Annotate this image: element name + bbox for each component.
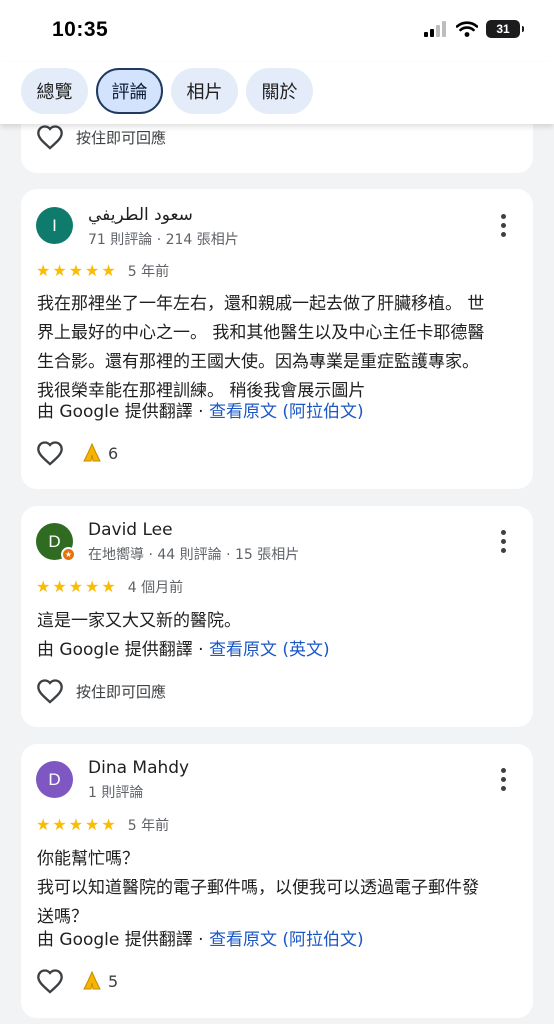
avatar[interactable]: D ★ (36, 523, 76, 562)
star-icon: ★ (85, 261, 100, 280)
avatar-initial: D (48, 769, 61, 789)
avatar[interactable]: I (36, 207, 73, 244)
reaction-count: 6 (108, 443, 119, 463)
heart-icon[interactable] (36, 678, 64, 704)
star-icon: ★ (101, 577, 116, 596)
reviewer-name[interactable]: سعود الطريفي (88, 205, 193, 225)
cellular-signal-icon (424, 21, 446, 37)
translated-by: 由 Google 提供翻譯 · (37, 402, 209, 422)
review-text-line: 界上最好的中心之一。 我和其他醫生以及中心主任卡耶德醫 (37, 323, 485, 343)
more-options-icon[interactable] (491, 210, 515, 240)
star-icon: ★ (36, 815, 51, 834)
reaction-summary[interactable]: 5 (80, 969, 118, 993)
star-rating: ★ ★ ★ ★ ★ 5 年前 (36, 261, 169, 281)
star-rating: ★ ★ ★ ★ ★ 4 個月前 (36, 577, 183, 597)
reply-row: 按住即可回應 (36, 124, 166, 150)
tabs-bar: 總覽 評論 相片 關於 (0, 62, 554, 124)
status-icons: 31 (424, 20, 524, 38)
review-text-line: 我在那裡坐了一年左右，還和親戚一起去做了肝臟移植。 世 (37, 294, 485, 314)
star-icon: ★ (101, 815, 116, 834)
review-date: 5 年前 (127, 818, 170, 834)
status-bar: 10:35 31 (0, 0, 554, 62)
reply-row: 按住即可回應 (36, 678, 166, 704)
more-options-icon[interactable] (491, 764, 515, 794)
review-card: D ★ David Lee 在地嚮導 · 44 則評論 · 15 張相片 ★ ★… (21, 506, 533, 727)
review-text: 我在那裡坐了一年左右，還和親戚一起去做了肝臟移植。 世 界上最好的中心之一。 我… (37, 290, 523, 406)
see-original-link[interactable]: 查看原文 (英文) (209, 640, 330, 660)
avatar[interactable]: D (36, 761, 73, 798)
star-icon: ★ (52, 261, 67, 280)
translation-note: 由 Google 提供翻譯 · 查看原文 (英文) (37, 635, 330, 660)
reaction-row: 5 (36, 968, 118, 994)
tab-about[interactable]: 關於 (246, 68, 313, 114)
tab-photos[interactable]: 相片 (171, 68, 238, 114)
star-icon: ★ (36, 261, 51, 280)
heart-icon[interactable] (36, 968, 64, 994)
translated-by: 由 Google 提供翻譯 · (37, 930, 209, 950)
see-original-link[interactable]: 查看原文 (阿拉伯文) (209, 930, 364, 950)
star-icon: ★ (68, 815, 84, 834)
reviewer-meta: 在地嚮導 · 44 則評論 · 15 張相片 (88, 547, 300, 563)
review-text-line: 我可以知道醫院的電子郵件嗎，以便我可以透過電子郵件發 (37, 878, 479, 898)
translated-by: 由 Google 提供翻譯 · (37, 640, 209, 660)
review-text-line: 生合影。還有那裡的王國大使。因為專業是重症監護專家。 (37, 352, 479, 372)
review-card: I سعود الطريفي 71 則評論 · 214 張相片 ★ ★ ★ ★ … (21, 189, 533, 489)
star-icon: ★ (85, 577, 100, 596)
reaction-row: 6 (36, 440, 118, 466)
tab-reviews[interactable]: 評論 (96, 68, 163, 114)
translation-note: 由 Google 提供翻譯 · 查看原文 (阿拉伯文) (37, 925, 364, 950)
review-date: 5 年前 (127, 264, 170, 280)
star-icon: ★ (101, 261, 116, 280)
folded-hands-icon (83, 442, 101, 462)
star-icon: ★ (68, 261, 84, 280)
reaction-summary[interactable]: 6 (80, 441, 118, 465)
star-rating: ★ ★ ★ ★ ★ 5 年前 (36, 815, 169, 835)
wifi-icon (456, 21, 478, 37)
star-icon: ★ (68, 577, 84, 596)
avatar-initial: I (52, 215, 57, 235)
reviewer-name[interactable]: Dina Mahdy (88, 758, 189, 778)
review-text: 你能幫忙嗎？ 我可以知道醫院的電子郵件嗎，以便我可以透過電子郵件發 送嗎？ (37, 845, 523, 932)
star-icon: ★ (52, 815, 67, 834)
review-text: 這是一家又大又新的醫院。 (37, 607, 523, 636)
heart-icon[interactable] (36, 124, 64, 150)
reviewer-name[interactable]: David Lee (88, 520, 173, 540)
more-options-icon[interactable] (491, 526, 515, 556)
review-card: D Dina Mahdy 1 則評論 ★ ★ ★ ★ ★ 5 年前 你能幫忙嗎？… (21, 744, 533, 1018)
local-guide-badge-icon: ★ (61, 547, 76, 562)
translation-note: 由 Google 提供翻譯 · 查看原文 (阿拉伯文) (37, 397, 364, 422)
avatar-initial: D (48, 531, 61, 551)
heart-icon[interactable] (36, 440, 64, 466)
star-icon: ★ (36, 577, 51, 596)
star-icon: ★ (85, 815, 100, 834)
status-time: 10:35 (52, 18, 109, 41)
folded-hands-icon (83, 970, 101, 990)
review-text-line: 你能幫忙嗎？ (37, 849, 139, 869)
battery-icon: 31 (486, 20, 524, 38)
star-icon: ★ (52, 577, 67, 596)
reviewer-meta: 1 則評論 (88, 785, 144, 801)
reply-hint: 按住即可回應 (76, 682, 167, 701)
review-text-line: 這是一家又大又新的醫院。 (37, 611, 241, 631)
tab-overview[interactable]: 總覽 (21, 68, 88, 114)
see-original-link[interactable]: 查看原文 (阿拉伯文) (209, 402, 364, 422)
reply-hint: 按住即可回應 (76, 128, 167, 147)
review-date: 4 個月前 (127, 580, 184, 596)
reviewer-meta: 71 則評論 · 214 張相片 (88, 232, 239, 248)
reaction-count: 5 (108, 971, 119, 991)
